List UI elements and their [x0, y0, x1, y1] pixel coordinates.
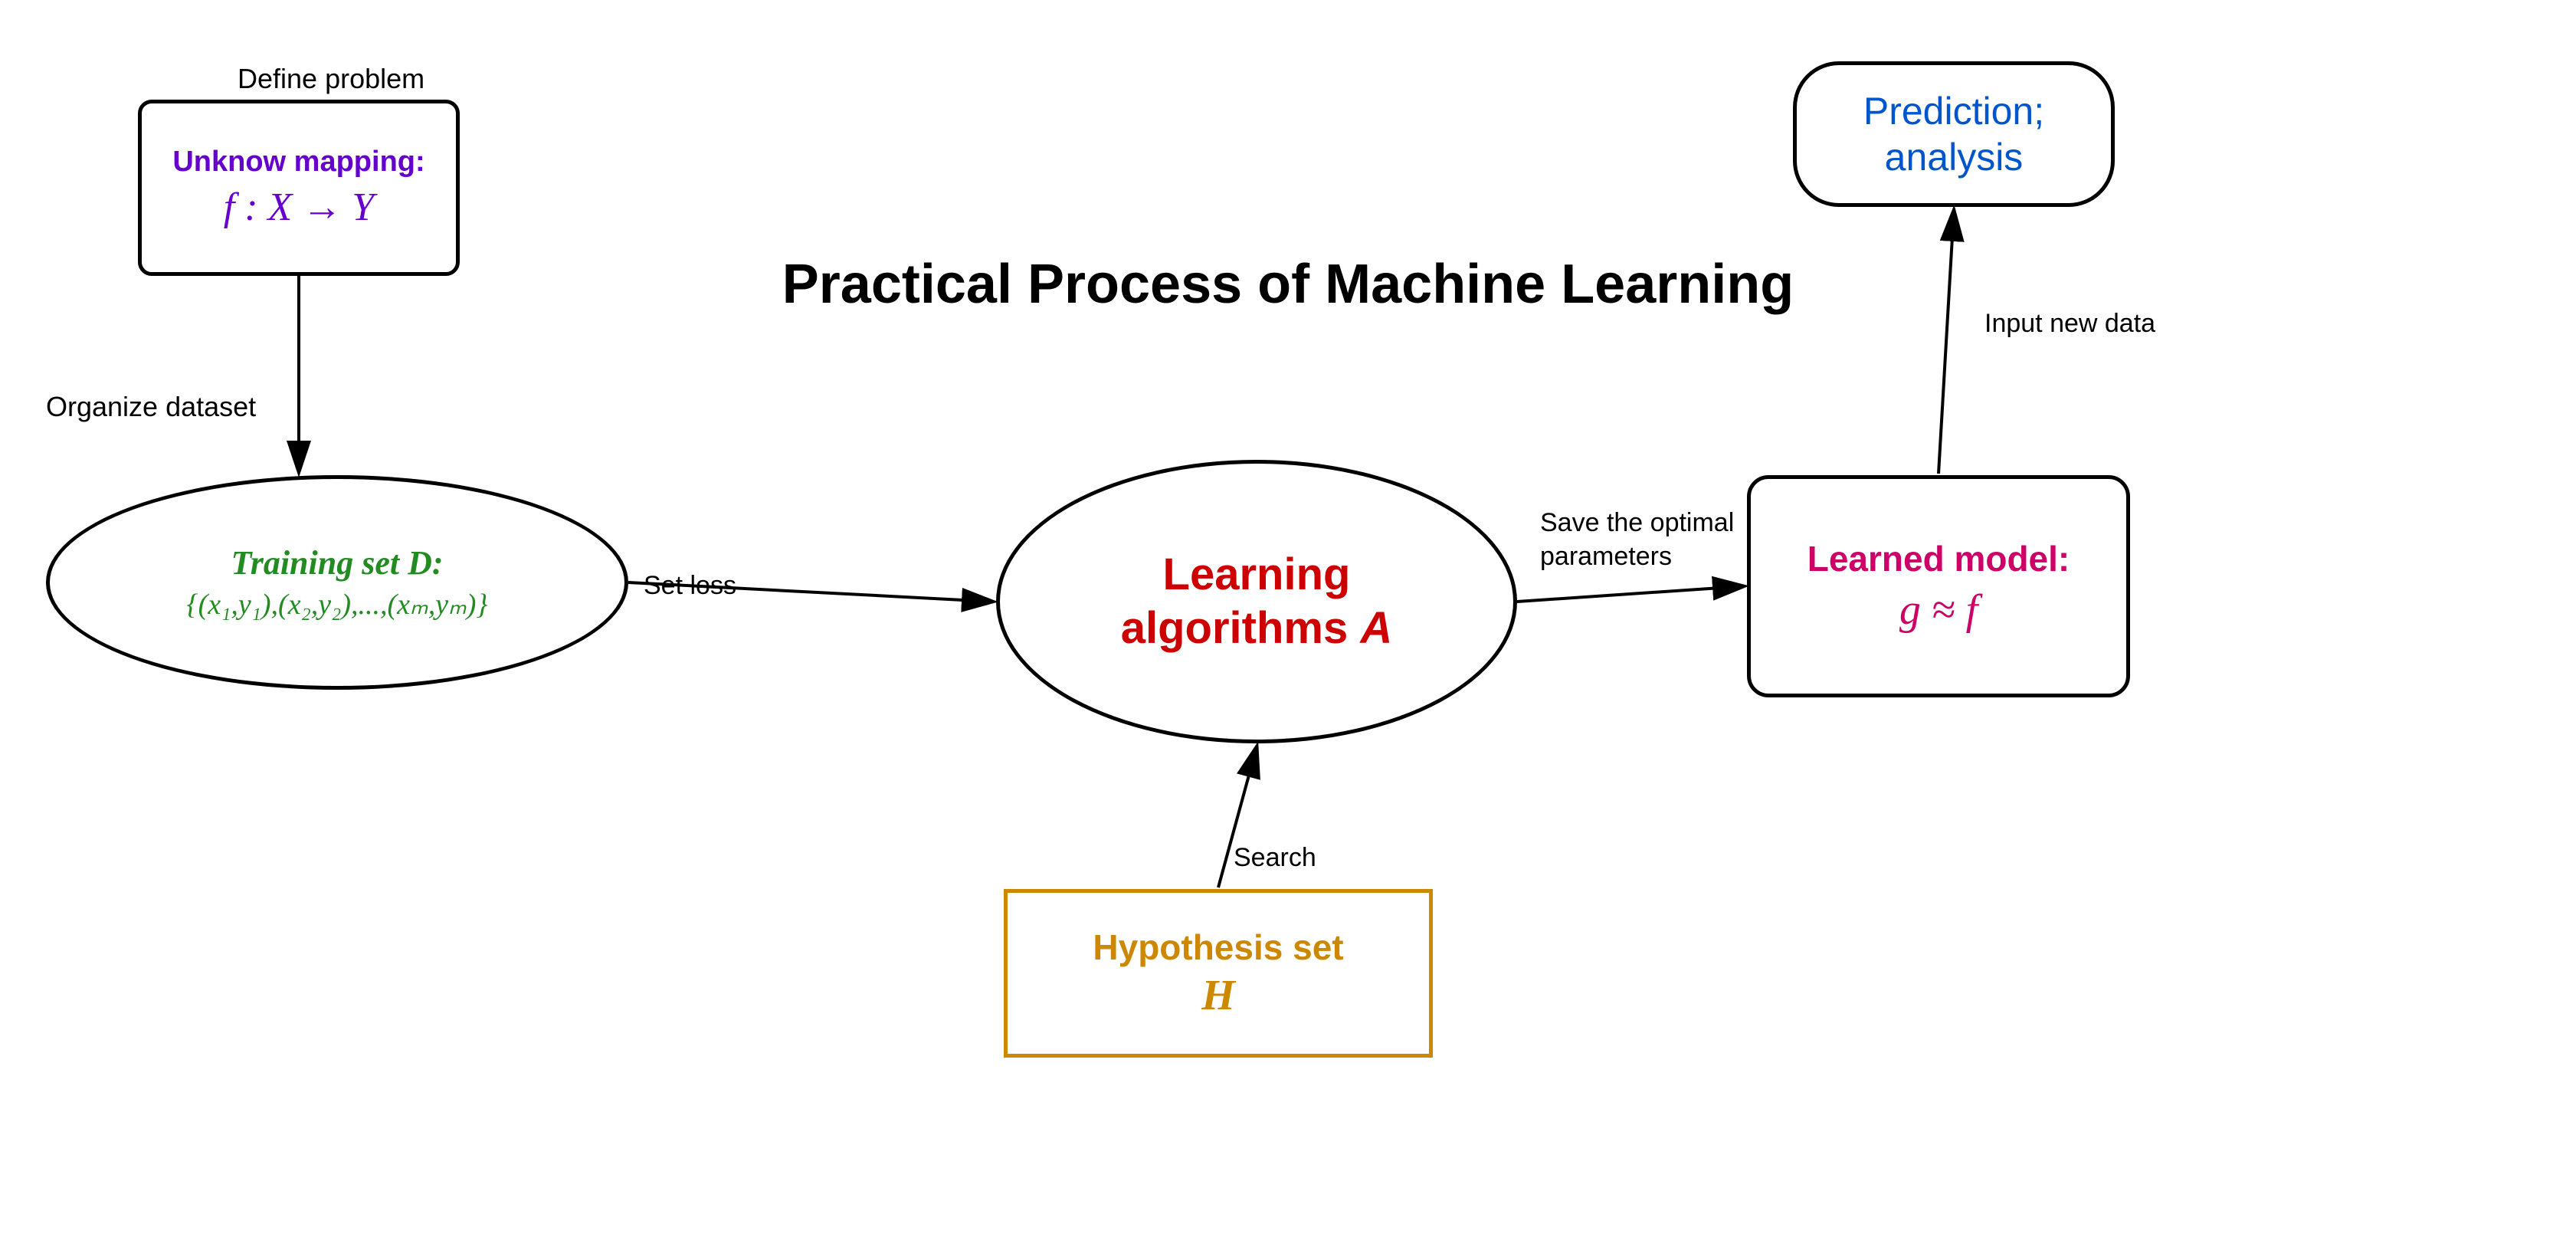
hypothesis-set-formula: H	[1201, 971, 1235, 1020]
box-unknown-mapping: Unknow mapping: f : X → Y	[138, 100, 460, 276]
box-learned-model: Learned model: g ≈ f	[1747, 475, 2130, 697]
label-organize-dataset: Organize dataset	[46, 391, 256, 423]
learning-algorithms-title: Learningalgorithms A	[1121, 548, 1393, 654]
unknown-mapping-title: Unknow mapping:	[172, 146, 424, 179]
unknown-mapping-formula: f : X → Y	[224, 185, 374, 230]
hypothesis-set-title: Hypothesis set	[1093, 927, 1343, 968]
training-set-formula: {(x₁,y₁),(x₂,y₂),...,(xₘ,yₘ)}	[186, 587, 487, 622]
box-hypothesis-set: Hypothesis set H	[1004, 889, 1433, 1058]
label-search: Search	[1234, 843, 1316, 873]
label-save-optimal: Save the optimalparameters	[1540, 506, 1734, 573]
label-input-new-data: Input new data	[1984, 307, 2155, 340]
main-title: Practical Process of Machine Learning	[782, 253, 1794, 316]
ellipse-learning-algorithms: Learningalgorithms A	[996, 460, 1517, 743]
label-set-loss: Set loss	[644, 571, 736, 601]
diagram-container: Practical Process of Machine Learning De…	[0, 0, 2576, 1240]
learned-model-formula: g ≈ f	[1899, 586, 1978, 635]
box-prediction: Prediction;analysis	[1793, 61, 2115, 207]
training-set-title: Training set D:	[231, 543, 443, 582]
label-define-problem: Define problem	[238, 63, 424, 95]
ellipse-training-set: Training set D: {(x₁,y₁),(x₂,y₂),...,(xₘ…	[46, 475, 628, 690]
prediction-title: Prediction;analysis	[1863, 88, 2044, 180]
learned-model-title: Learned model:	[1807, 538, 2070, 579]
